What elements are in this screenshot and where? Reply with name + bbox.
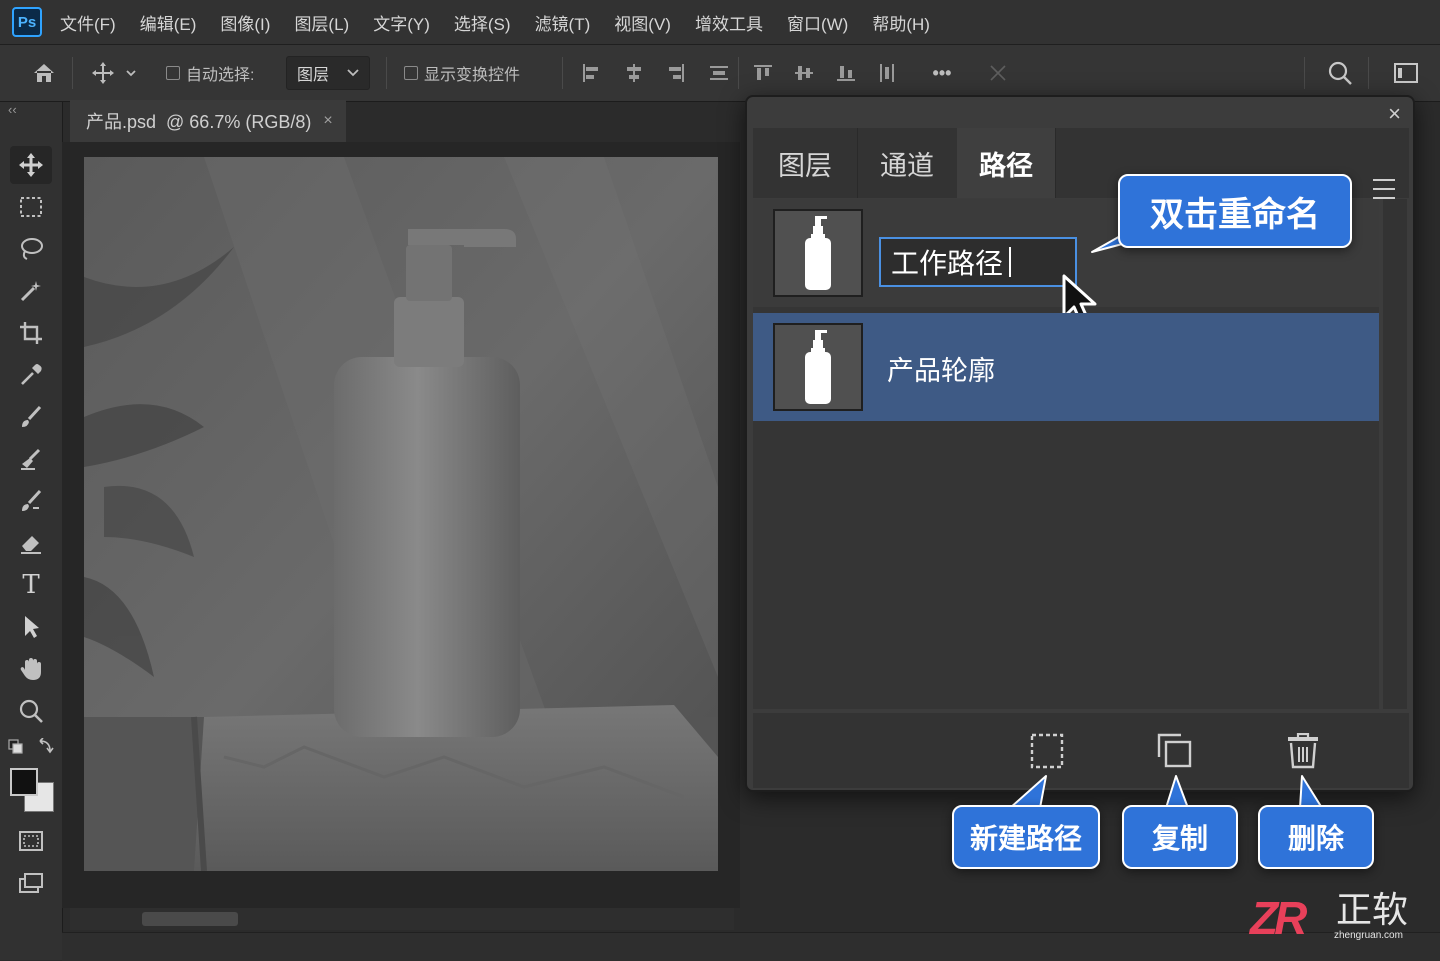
duplicate-callout: 复制 [1122, 805, 1238, 869]
brand-name: 正软 [1336, 889, 1409, 930]
zr-logo: ZR [1250, 892, 1307, 944]
delete-callout: 删除 [1258, 805, 1374, 869]
rename-callout: 双击重命名 [1118, 174, 1352, 248]
new-path-callout: 新建路径 [952, 805, 1100, 869]
brand-url: zhengruan.com [1334, 930, 1403, 941]
zhengruan-watermark: ZR 正软 zhengruan.com [1250, 889, 1426, 946]
